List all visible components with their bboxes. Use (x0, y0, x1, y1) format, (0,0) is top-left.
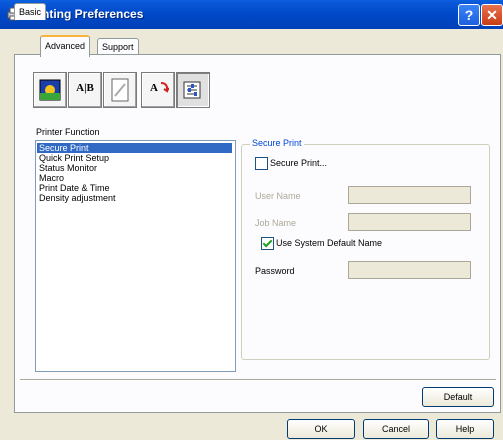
printer-function-label: Printer Function (36, 127, 100, 137)
default-button[interactable]: Default (422, 387, 494, 407)
password-field[interactable] (348, 261, 471, 279)
help-icon[interactable]: ? (458, 4, 480, 26)
device-options-icon (183, 81, 201, 99)
use-default-name-label[interactable]: Use System Default Name (276, 238, 382, 248)
job-name-field[interactable] (348, 213, 471, 231)
list-item-print-date-time[interactable]: Print Date & Time (37, 183, 232, 193)
print-quality-icon (39, 79, 61, 101)
secure-print-group (241, 144, 490, 360)
tab-advanced[interactable]: Advanced (40, 35, 91, 57)
list-item-density-adjustment[interactable]: Density adjustment (37, 193, 232, 203)
separator (20, 379, 496, 381)
ok-button[interactable]: OK (287, 419, 355, 439)
use-default-name-checkbox[interactable] (261, 237, 274, 250)
list-item-quick-print-setup[interactable]: Quick Print Setup (37, 153, 232, 163)
secure-print-checkbox-label[interactable]: Secure Print... (270, 158, 327, 168)
cancel-button[interactable]: Cancel (363, 419, 429, 439)
user-name-field[interactable] (348, 186, 471, 204)
help-button[interactable]: Help (436, 419, 494, 439)
watermark-button[interactable] (103, 72, 137, 108)
user-name-label: User Name (255, 191, 301, 201)
tab-basic[interactable]: Basic (14, 3, 47, 20)
job-name-label: Job Name (255, 218, 297, 228)
printer-function-list[interactable]: Secure Print Quick Print Setup Status Mo… (35, 140, 236, 372)
secure-print-checkbox[interactable] (255, 157, 268, 170)
device-options-button[interactable] (176, 72, 210, 108)
close-icon[interactable]: ✕ (481, 4, 503, 26)
watermark-icon (111, 78, 129, 102)
duplex-icon: A|B (76, 82, 94, 94)
list-item-status-monitor[interactable]: Status Monitor (37, 163, 232, 173)
secure-print-group-title: Secure Print (250, 138, 304, 148)
duplex-button[interactable]: A|B (68, 72, 102, 108)
arrow-icon (160, 82, 169, 93)
list-item-macro[interactable]: Macro (37, 173, 232, 183)
print-quality-button[interactable] (33, 72, 67, 108)
password-label: Password (255, 266, 295, 276)
title-bar: Printing Preferences ? ✕ (0, 0, 503, 29)
page-setting-button[interactable]: A (141, 72, 175, 108)
list-item-secure-print[interactable]: Secure Print (37, 143, 232, 153)
tab-support[interactable]: Support (97, 38, 139, 55)
